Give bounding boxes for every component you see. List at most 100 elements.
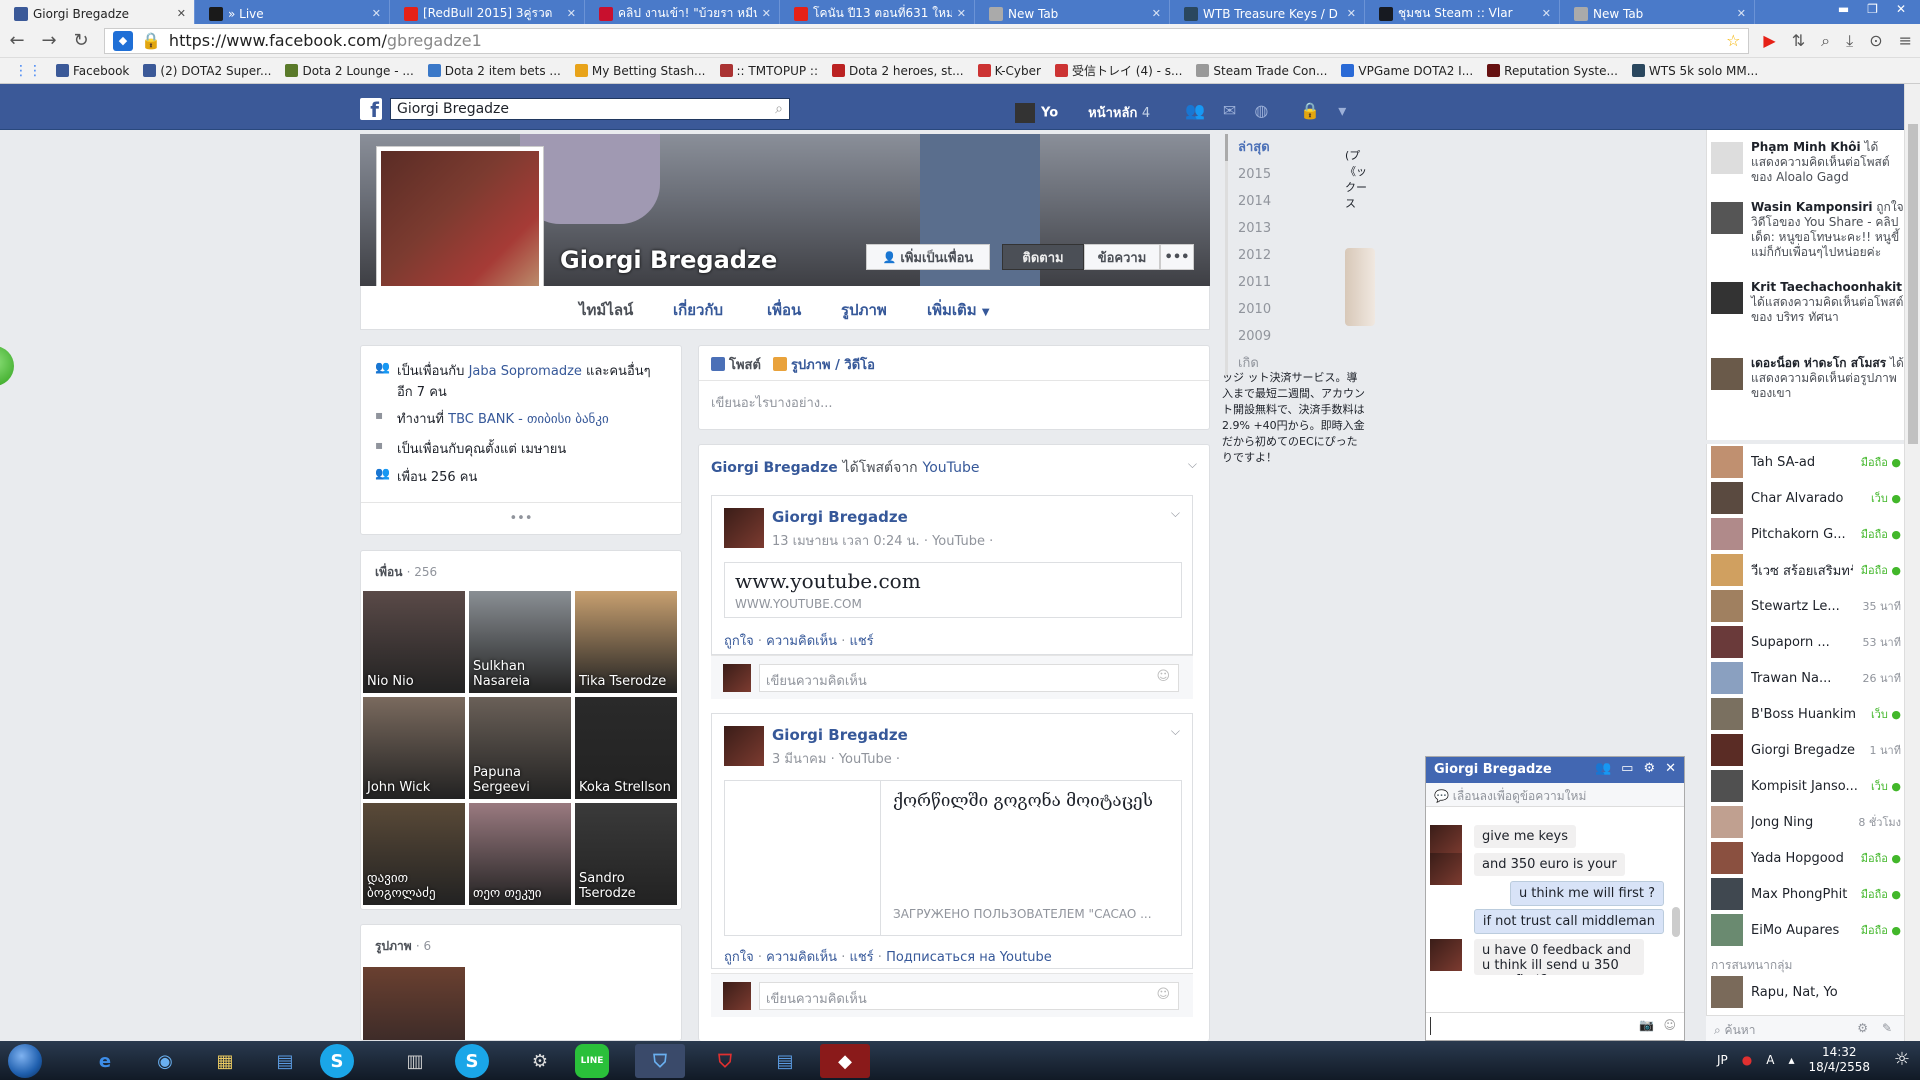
app-swirl-icon[interactable]: ◉ <box>140 1044 190 1078</box>
post-1-comment-input[interactable]: เขียนความคิดเห็น ☺ <box>759 664 1179 692</box>
browser-tab[interactable]: คลิป งานเข้า! "บ้วยรา หมีนโจ ✕ <box>585 0 780 24</box>
chat-contact[interactable]: Trawan Na... 26 นาที <box>1707 660 1905 696</box>
extension-shield-icon[interactable]: ◆ <box>113 30 133 51</box>
ticker-item[interactable]: Phạm Minh Khôi ได้แสดงความคิดเห็นต่อโพสต… <box>1707 140 1905 185</box>
page-scrollbar[interactable] <box>1904 84 1920 1041</box>
post-1-chevron-icon[interactable]: ⌵ <box>1171 506 1180 521</box>
timeline-year-item[interactable]: 2010 <box>1225 296 1335 323</box>
friend-tile[interactable]: Papuna Sergeevi <box>469 697 571 799</box>
tab-about[interactable]: เกี่ยวกับ <box>673 298 723 322</box>
close-tab-icon[interactable]: ✕ <box>177 7 186 20</box>
browser-tab[interactable]: » Live ✕ <box>195 0 390 24</box>
home-link[interactable]: หน้าหลัก 4 <box>1088 102 1150 123</box>
story-source[interactable]: YouTube <box>923 460 980 476</box>
friend-tile[interactable]: John Wick <box>363 697 465 799</box>
close-icon[interactable]: ✕ <box>1665 761 1676 776</box>
timeline-year-item[interactable]: 2015 <box>1225 161 1335 188</box>
close-tab-icon[interactable]: ✕ <box>762 7 771 20</box>
close-tab-icon[interactable]: ✕ <box>1542 7 1551 20</box>
ad-image[interactable] <box>1345 248 1375 326</box>
facebook-logo-icon[interactable]: f <box>360 98 382 122</box>
timeline-year-item[interactable]: 2013 <box>1225 215 1335 242</box>
notifications-globe-icon[interactable]: ◍ <box>1254 101 1268 120</box>
download-icon[interactable]: ⤓ <box>1846 31 1853 51</box>
gear-icon[interactable]: ⚙ <box>1643 761 1655 776</box>
chat-scroll-hint[interactable]: 💬 เลื่อนลงเพื่อดูข้อความใหม่ <box>1426 783 1684 807</box>
chat-contact[interactable]: Tah SA-ad มือถือ <box>1707 444 1905 480</box>
clock[interactable]: 14:32 18/4/2558 <box>1808 1045 1870 1075</box>
ticker-item[interactable]: เดอะน็อต ห่าดะโก สโมสร ได้แสดงความคิดเห็… <box>1707 356 1905 401</box>
photos-title[interactable]: รูปภาพ · 6 <box>375 937 431 956</box>
intro-see-more[interactable]: ••• <box>361 502 681 526</box>
dota2-icon[interactable]: ◆ <box>820 1044 870 1078</box>
line-icon[interactable]: LINE <box>575 1044 609 1078</box>
works-link[interactable]: TBC BANK - თიბისი ბანკი <box>448 412 609 427</box>
friend-tile[interactable]: Tika Tserodze <box>575 591 677 693</box>
emoji-icon[interactable]: ☺ <box>1156 669 1170 684</box>
post-1-author[interactable]: Giorgi Bregadze <box>772 508 908 526</box>
shield-app-icon[interactable]: ⛉ <box>635 1044 685 1078</box>
show-desktop-icon[interactable]: ☼ <box>1894 1049 1910 1070</box>
post-2-link-preview[interactable]: ქორწილში გოგონა მოიტაცეს ЗАГРУЖЕНО ПОЛЬЗ… <box>724 780 1182 936</box>
post-2-share[interactable]: แชร์ <box>849 950 873 965</box>
composer-tab-post[interactable]: โพสต์ <box>711 354 761 375</box>
tab-timeline[interactable]: ไทม์ไลน์ <box>579 298 633 322</box>
profile-link[interactable]: Yo <box>1015 102 1058 123</box>
photo-thumb[interactable] <box>363 967 465 1040</box>
chat-contact[interactable]: Yada Hopgood มือถือ <box>1707 840 1905 876</box>
reader-icon[interactable]: ⌕ <box>1821 31 1830 51</box>
close-tab-icon[interactable]: ✕ <box>1152 7 1161 20</box>
star-icon[interactable]: ☆ <box>1726 31 1740 50</box>
post-1-comment[interactable]: ความคิดเห็น <box>766 634 837 649</box>
chat-contact[interactable]: Char Alvarado เว็บ <box>1707 480 1905 516</box>
add-people-icon[interactable]: 👥 <box>1595 761 1611 776</box>
chat-group-item[interactable]: Rapu, Nat, Yo <box>1707 974 1905 1010</box>
chat-contact[interactable]: Stewartz Le... 35 นาที <box>1707 588 1905 624</box>
post-2-like[interactable]: ถูกใจ <box>724 950 754 965</box>
url-field[interactable]: ◆ 🔒 https://www.facebook.com/gbregadze1 … <box>104 27 1750 54</box>
maximize-icon[interactable]: ❐ <box>1867 2 1878 24</box>
post-1-like[interactable]: ถูกใจ <box>724 634 754 649</box>
chat-settings-icon[interactable]: ⚙ <box>1857 1021 1868 1035</box>
browser-tab[interactable]: New Tab ✕ <box>975 0 1170 24</box>
emoji-icon[interactable]: ☺ <box>1156 987 1170 1002</box>
post-2-video-thumbnail[interactable] <box>725 781 881 935</box>
chat-contact[interactable]: Max PhongPhit มือถือ <box>1707 876 1905 912</box>
follow-button[interactable]: ติดตาม <box>1002 244 1084 270</box>
forward-icon[interactable]: → <box>40 30 58 51</box>
chat-message-input[interactable]: 📷 ☺ <box>1426 1012 1684 1040</box>
file-explorer-icon[interactable]: ▦ <box>200 1044 250 1078</box>
friend-tile[interactable]: თეო თეკუი <box>469 803 571 905</box>
search-icon[interactable]: ⌕ <box>775 101 783 117</box>
close-window-icon[interactable]: ✕ <box>1896 2 1906 24</box>
chat-compose-icon[interactable]: ✎ <box>1882 1021 1892 1035</box>
minimize-icon[interactable]: ▬ <box>1838 2 1849 24</box>
friends-title[interactable]: เพื่อน · 256 <box>375 563 437 582</box>
floating-green-widget[interactable] <box>0 346 14 386</box>
back-icon[interactable]: ← <box>8 30 26 51</box>
friend-requests-icon[interactable]: 👥 <box>1185 101 1205 120</box>
language-indicator[interactable]: JP <box>1717 1053 1728 1067</box>
chat-search-input[interactable]: ⌕ ค้นหา ⚙ ✎ <box>1706 1015 1904 1041</box>
chat-contact[interactable]: Kompisit Janso... เว็บ <box>1707 768 1905 804</box>
bookmark-item[interactable]: (2) DOTA2 Super... <box>143 64 271 78</box>
post-1-date[interactable]: 13 เมษายน เวลา 0:24 น. <box>772 534 920 549</box>
youtube-ext-icon[interactable]: ▶ <box>1763 31 1775 51</box>
composer-input[interactable]: เขียนอะไรบางอย่าง... <box>711 392 833 413</box>
post-1-share[interactable]: แชร์ <box>849 634 873 649</box>
calculator-icon[interactable]: ▥ <box>390 1044 440 1078</box>
bookmark-item[interactable]: Dota 2 heroes, st... <box>832 64 964 78</box>
start-button[interactable] <box>8 1044 42 1078</box>
timeline-year-item[interactable]: 2009 <box>1225 323 1335 350</box>
chat-contact[interactable]: Jong Ning 8 ชั่วโมง <box>1707 804 1905 840</box>
friends-with-link[interactable]: Jaba Sopromadze <box>469 364 582 379</box>
story-author[interactable]: Giorgi Bregadze <box>711 460 838 476</box>
bookmark-item[interactable]: Facebook <box>56 64 129 78</box>
internet-explorer-icon[interactable]: e <box>80 1044 130 1078</box>
browser-tab[interactable]: Giorgi Bregadze ✕ <box>0 0 195 24</box>
ad-text-bottom[interactable]: ッジ ット決済サービス。導入まで最短二週間、アカウント開設無料で、決済手数料は2… <box>1222 370 1368 466</box>
timeline-year-item[interactable]: ล่าสุด <box>1225 134 1335 161</box>
ticker-item[interactable]: Wasin Kamponsiri ถูกใจวิดีโอของ You Shar… <box>1707 200 1905 260</box>
tray-notify-icon[interactable]: ● <box>1742 1053 1752 1067</box>
chat-window-header[interactable]: Giorgi Bregadze 👥 ▭ ⚙ ✕ <box>1426 757 1684 783</box>
